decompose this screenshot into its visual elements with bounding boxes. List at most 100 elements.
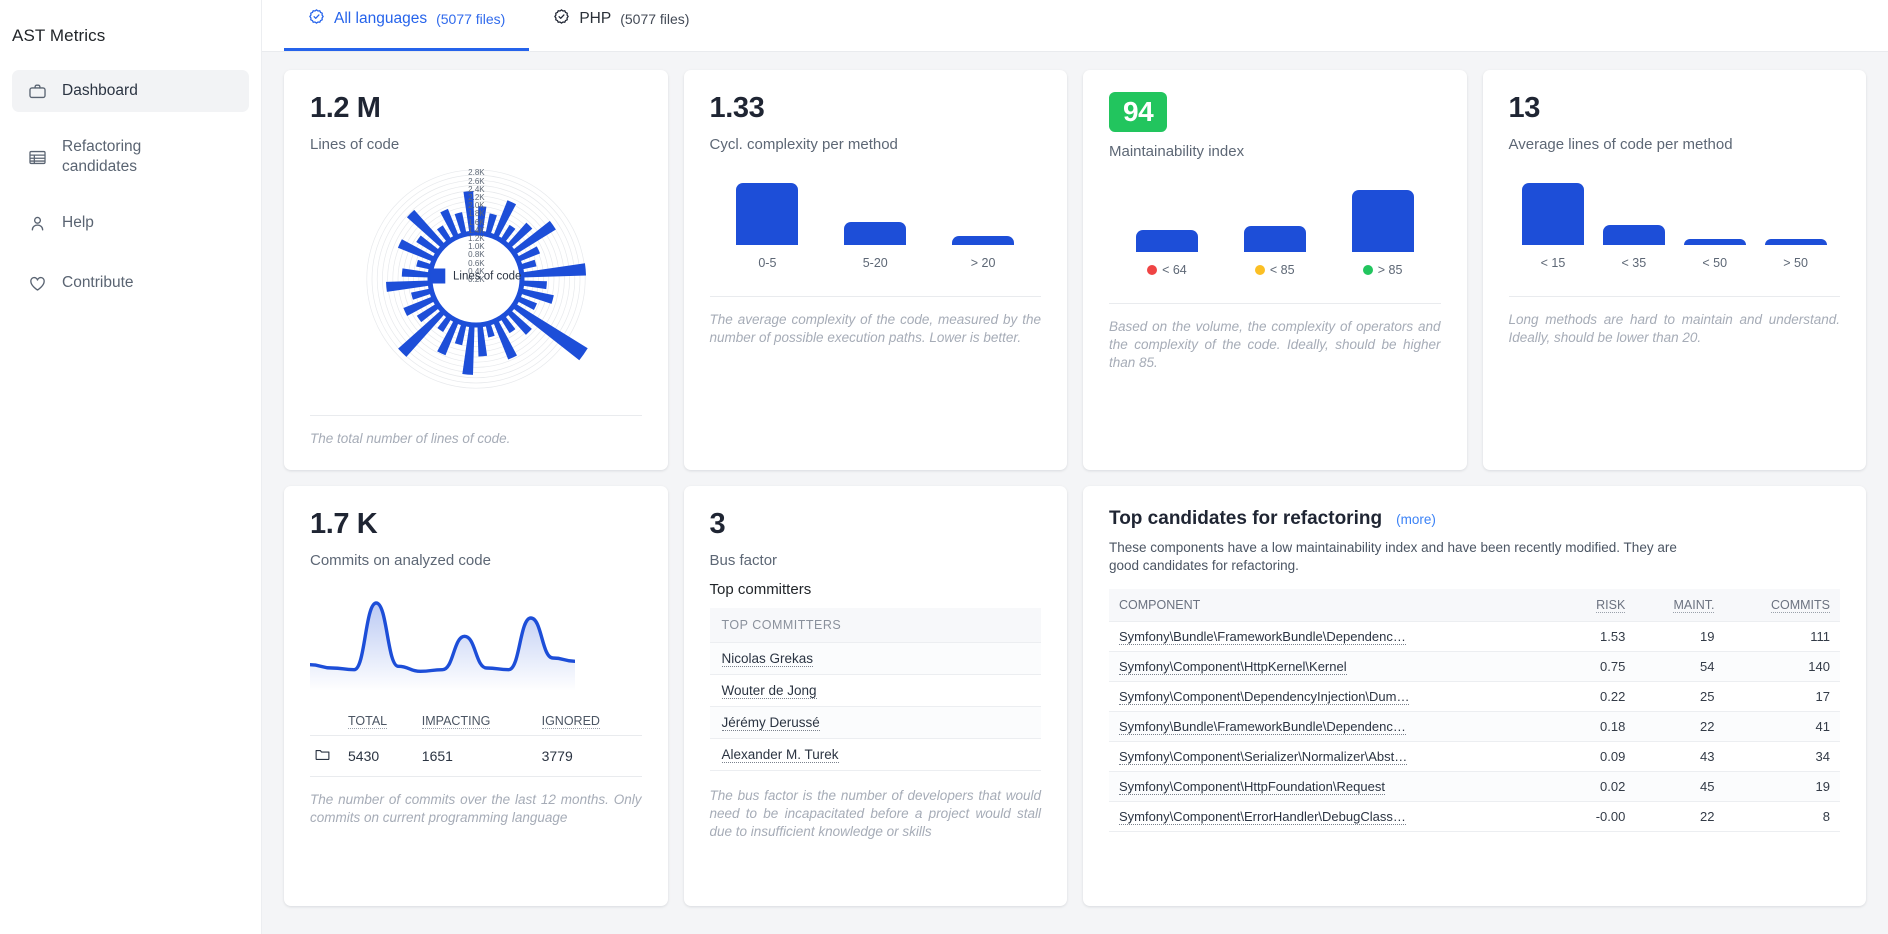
col-maint[interactable]: MAINT. (1635, 589, 1725, 623)
bar (952, 236, 1015, 246)
table-row[interactable]: Symfony\Component\HttpKernel\Kernel 0.75 5… (1109, 651, 1840, 683)
radial-bar-chart: 2.8K 2.6K 2.4K 2.2K 2.0K 1.8K 1.6K 1.4K 1.2K 1.0K… (310, 161, 642, 391)
cell-component[interactable]: Symfony\Bundle\FrameworkBundle\Dependenc… (1109, 711, 1563, 743)
cell-risk: -0.00 (1562, 801, 1636, 833)
refactoring-description: These components have a low maintainabil… (1109, 540, 1677, 574)
cell-component[interactable]: Symfony\Component\Serializer\Normalizer\… (1109, 741, 1563, 773)
committer-name[interactable]: Alexander M. Turek (721, 747, 839, 764)
committer-name[interactable]: Wouter de Jong (721, 683, 817, 700)
bar (1351, 190, 1414, 253)
dashboard-grid: 1.2 M Lines of code 2.8K 2.6K 2.4K 2.2K 2.0K… (262, 52, 1888, 906)
cell-maint: 25 (1635, 681, 1725, 713)
tab-count: (5077 files) (620, 10, 690, 27)
commits-impacting: 1651 (417, 735, 538, 778)
table-row[interactable]: Symfony\Component\HttpFoundation\Request… (1109, 771, 1840, 803)
table-header-total: TOTAL (344, 707, 418, 737)
committer-name[interactable]: Jérémy Derussé (721, 715, 820, 732)
cell-risk: 0.09 (1562, 741, 1636, 773)
sidebar-item-contribute[interactable]: Contribute (12, 262, 249, 304)
tab-php[interactable]: PHP (5077 files) (529, 0, 713, 51)
radial-bar (401, 268, 431, 278)
sidebar-item-label: Help (62, 213, 94, 231)
cell-component[interactable]: Symfony\Component\HttpKernel\Kernel (1109, 651, 1563, 683)
table-icon (26, 146, 48, 168)
list-item[interactable]: Jérémy Derussé (709, 707, 1041, 740)
list-item[interactable]: Nicolas Grekas (709, 643, 1041, 676)
card-note: The average complexity of the code, meas… (709, 312, 1042, 346)
committer-name[interactable]: Nicolas Grekas (721, 651, 814, 668)
table-header-ignored: IGNORED (537, 707, 642, 737)
table-row: 5430 1651 3779 (310, 735, 642, 778)
sidebar-item-label: Refactoring candidates (62, 137, 142, 175)
cell-component[interactable]: Symfony\Component\ErrorHandler\DebugClas… (1109, 801, 1563, 833)
kpi-subtitle: Lines of code (310, 136, 400, 154)
table-row[interactable]: Symfony\Bundle\FrameworkBundle\Dependenc… (1109, 711, 1840, 743)
list-item[interactable]: Wouter de Jong (709, 675, 1041, 708)
badge-check-icon (308, 8, 325, 30)
tab-all-languages[interactable]: All languages (5077 files) (284, 0, 529, 51)
legend-label: Lines of code (453, 270, 522, 283)
bar (736, 183, 799, 246)
radial-bar (492, 200, 516, 239)
col-component: COMPONENT (1109, 589, 1563, 623)
cell-component[interactable]: Symfony\Bundle\FrameworkBundle\Dependenc… (1109, 621, 1563, 653)
tab-count: (5077 files) (436, 10, 506, 27)
area-fill (310, 603, 575, 692)
bar-label: > 50 (1783, 256, 1808, 271)
bar-column: < 85 (1234, 226, 1315, 277)
card-footer: The total number of lines of code. (310, 415, 642, 448)
sidebar-item-dashboard[interactable]: Dashboard (12, 70, 249, 112)
sidebar-item-label: Dashboard (62, 81, 138, 99)
kpi-subtitle: Cycl. complexity per method (709, 136, 898, 154)
card-cyclomatic-complexity: 1.33 Cycl. complexity per method 0-5 5-20… (683, 70, 1067, 470)
cell-maint: 19 (1635, 621, 1725, 653)
card-lines-of-code: 1.2 M Lines of code 2.8K 2.6K 2.4K 2.2K 2.0K… (284, 70, 668, 470)
kpi-value: 1.2 M (310, 92, 381, 124)
cell-component[interactable]: Symfony\Component\DependencyInjection\Du… (1109, 681, 1563, 713)
cell-risk: 1.53 (1562, 621, 1636, 653)
section-title: Top candidates for refactoring (more) (1109, 508, 1840, 530)
bar (1764, 239, 1827, 246)
kpi-value-badge: 94 (1109, 92, 1168, 133)
bar-label: < 85 (1254, 263, 1295, 277)
top-committers-list: TOP COMMITTERS Nicolas Grekas Wouter de J… (709, 608, 1041, 772)
app-root: AST Metrics Dashboard Refactoring candid… (0, 0, 1888, 934)
card-bus-factor: 3 Bus factor Top committers TOP COMMITTE… (683, 486, 1067, 906)
card-note: The total number of lines of code. (310, 431, 511, 447)
commits-area-chart (308, 595, 642, 692)
kpi-subtitle: Average lines of code per method (1508, 136, 1733, 154)
bar-chart-complexity: 0-5 5-20 > 20 (710, 175, 1042, 270)
bar-column: < 35 (1593, 225, 1674, 270)
kpi-value: 3 (709, 508, 726, 540)
list-item[interactable]: Alexander M. Turek (709, 739, 1041, 772)
chart-legend: Lines of code (430, 268, 522, 284)
bar-column: < 50 (1674, 239, 1755, 270)
table-row[interactable]: Symfony\Component\Serializer\Normalizer\… (1109, 741, 1840, 773)
bar (1135, 230, 1198, 253)
cell-commits: 19 (1724, 771, 1840, 803)
col-risk[interactable]: RISK (1562, 589, 1636, 623)
cell-maint: 54 (1635, 651, 1725, 683)
table-header-row: TOTAL IMPACTING IGNORED (310, 707, 642, 737)
bar-label: > 85 (1362, 263, 1402, 277)
table-row[interactable]: Symfony\Bundle\FrameworkBundle\Dependenc… (1109, 621, 1840, 653)
card-note: The number of commits over the last 12 m… (310, 792, 642, 826)
table-row[interactable]: Symfony\Component\ErrorHandler\DebugClas… (1109, 801, 1840, 833)
commits-total: 5430 (344, 735, 418, 778)
cell-component[interactable]: Symfony\Component\HttpFoundation\Request (1109, 771, 1563, 803)
col-commits[interactable]: COMMITS (1724, 589, 1840, 623)
card-commits: 1.7 K Commits on analyzed code TOTAL IMP… (284, 486, 668, 906)
table-header-row: COMPONENT RISK MAINT. COMMITS (1109, 589, 1840, 623)
sidebar-item-refactoring-candidates[interactable]: Refactoring candidates (12, 130, 249, 184)
more-link[interactable]: (more) (1396, 512, 1436, 527)
table-row[interactable]: Symfony\Component\DependencyInjection\Du… (1109, 681, 1840, 713)
user-icon (26, 212, 48, 234)
legend-dot (1254, 265, 1265, 276)
tab-label: All languages (334, 9, 428, 27)
cell-commits: 8 (1724, 801, 1840, 833)
sidebar-item-help[interactable]: Help (12, 202, 249, 244)
radial-axis-ticks: 2.8K 2.6K 2.4K 2.2K 2.0K 1.8K 1.6K 1.4K 1.2K 1.0K… (468, 169, 484, 284)
sidebar: AST Metrics Dashboard Refactoring candid… (0, 0, 262, 934)
bar-column: < 64 (1126, 230, 1207, 277)
cell-maint: 43 (1635, 741, 1725, 773)
